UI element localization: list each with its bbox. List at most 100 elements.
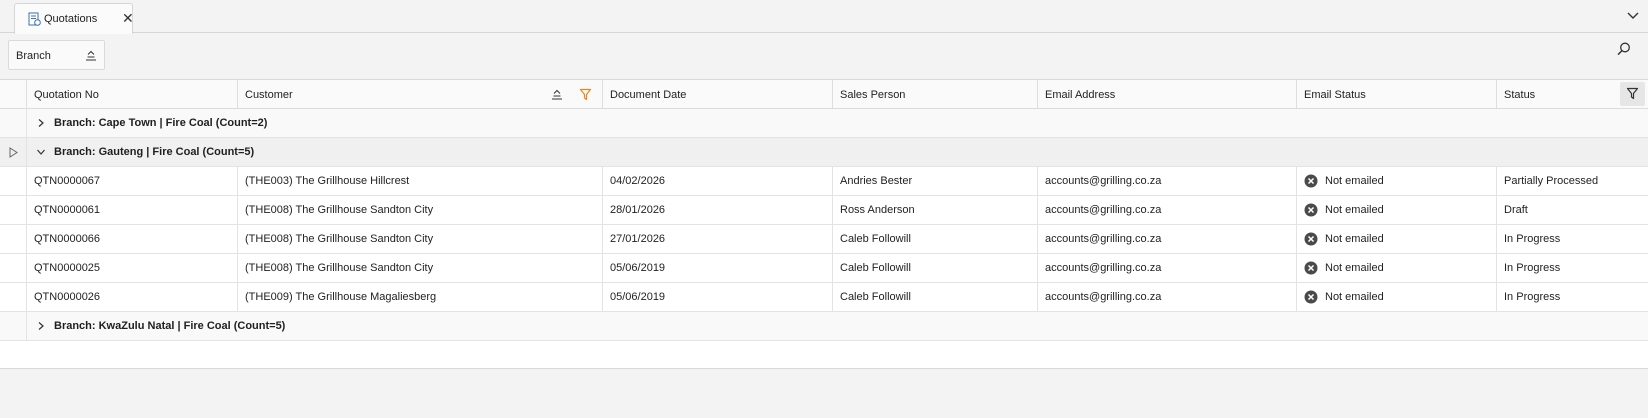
cell-document-date[interactable]: 05/06/2019: [603, 283, 833, 312]
chevron-down-icon[interactable]: [1626, 8, 1640, 22]
cell-document-date[interactable]: 27/01/2026: [603, 225, 833, 254]
row-indicator-icon[interactable]: [9, 147, 18, 158]
close-icon[interactable]: ✕: [122, 10, 134, 27]
cell-text: In Progress: [1504, 291, 1561, 303]
group-row-kwazulu-natal[interactable]: Branch: KwaZulu Natal | Fire Coal (Count…: [0, 312, 1648, 341]
sort-ascending-icon[interactable]: [85, 50, 97, 62]
cell-sales-person[interactable]: Caleb Followill: [833, 283, 1038, 312]
cell-text: (THE008) The Grillhouse Sandton City: [245, 204, 434, 216]
table-row[interactable]: QTN0000066 (THE008) The Grillhouse Sandt…: [0, 225, 1648, 254]
row-indicator-cell: [0, 196, 27, 224]
cell-document-date[interactable]: 28/01/2026: [603, 196, 833, 225]
group-row-cape-town[interactable]: Branch: Cape Town | Fire Coal (Count=2): [0, 109, 1648, 138]
cell-status[interactable]: In Progress: [1497, 283, 1648, 312]
cell-text: (THE003) The Grillhouse Hillcrest: [245, 175, 410, 187]
cell-email-address[interactable]: accounts@grilling.co.za: [1038, 225, 1297, 254]
cell-sales-person[interactable]: Caleb Followill: [833, 225, 1038, 254]
row-indicator-cell: [0, 312, 27, 340]
cell-text: (THE008) The Grillhouse Sandton City: [245, 262, 434, 274]
table-row[interactable]: QTN0000026 (THE009) The Grillhouse Magal…: [0, 283, 1648, 312]
quotations-grid: Quotation No Customer Document Date Sale…: [0, 80, 1648, 369]
cell-text: 05/06/2019: [610, 262, 666, 274]
cell-customer[interactable]: (THE003) The Grillhouse Hillcrest: [238, 167, 603, 196]
chevron-down-icon[interactable]: [36, 147, 46, 157]
x-circle-icon: [1304, 174, 1318, 188]
column-header-email-status[interactable]: Email Status: [1297, 80, 1497, 109]
cell-email-status[interactable]: Not emailed: [1297, 225, 1497, 254]
cell-text: QTN0000026: [34, 291, 101, 303]
cell-text: Ross Anderson: [840, 204, 915, 216]
cell-text: Draft: [1504, 204, 1528, 216]
cell-sales-person[interactable]: Ross Anderson: [833, 196, 1038, 225]
column-header-customer[interactable]: Customer: [238, 80, 603, 109]
cell-text: QTN0000061: [34, 204, 101, 216]
chevron-right-icon[interactable]: [36, 118, 46, 128]
cell-email-status[interactable]: Not emailed: [1297, 283, 1497, 312]
cell-quotation-no[interactable]: QTN0000026: [27, 283, 238, 312]
group-chip-branch[interactable]: Branch: [8, 40, 105, 70]
cell-text: 27/01/2026: [610, 233, 666, 245]
chevron-right-icon[interactable]: [36, 321, 46, 331]
cell-document-date[interactable]: 04/02/2026: [603, 167, 833, 196]
table-row[interactable]: QTN0000067 (THE003) The Grillhouse Hillc…: [0, 167, 1648, 196]
cell-status[interactable]: In Progress: [1497, 254, 1648, 283]
row-indicator-cell: [0, 109, 27, 137]
tab-quotations[interactable]: Quotations ✕: [14, 3, 134, 34]
cell-email-status[interactable]: Not emailed: [1297, 196, 1497, 225]
column-header-quotation-no[interactable]: Quotation No: [27, 80, 238, 109]
table-row[interactable]: QTN0000061 (THE008) The Grillhouse Sandt…: [0, 196, 1648, 225]
cell-text: QTN0000066: [34, 233, 101, 245]
column-header-email-address[interactable]: Email Address: [1038, 80, 1297, 109]
cell-status[interactable]: In Progress: [1497, 225, 1648, 254]
table-row[interactable]: QTN0000025 (THE008) The Grillhouse Sandt…: [0, 254, 1648, 283]
cell-text: In Progress: [1504, 233, 1561, 245]
cell-status[interactable]: Partially Processed: [1497, 167, 1648, 196]
column-label: Customer: [245, 89, 293, 101]
cell-text: accounts@grilling.co.za: [1045, 233, 1162, 245]
cell-email-address[interactable]: accounts@grilling.co.za: [1038, 167, 1297, 196]
x-circle-icon: [1304, 203, 1318, 217]
cell-email-status[interactable]: Not emailed: [1297, 254, 1497, 283]
search-icon[interactable]: [1616, 41, 1632, 57]
cell-quotation-no[interactable]: QTN0000025: [27, 254, 238, 283]
group-chip-label: Branch: [16, 50, 51, 62]
cell-email-address[interactable]: accounts@grilling.co.za: [1038, 283, 1297, 312]
group-by-panel: Branch: [0, 34, 1648, 80]
cell-text: 04/02/2026: [610, 175, 666, 187]
filter-active-icon[interactable]: [579, 88, 592, 101]
cell-customer[interactable]: (THE009) The Grillhouse Magaliesberg: [238, 283, 603, 312]
cell-text: Not emailed: [1325, 175, 1384, 187]
cell-email-address[interactable]: accounts@grilling.co.za: [1038, 196, 1297, 225]
cell-sales-person[interactable]: Caleb Followill: [833, 254, 1038, 283]
x-circle-icon: [1304, 232, 1318, 246]
cell-status[interactable]: Draft: [1497, 196, 1648, 225]
cell-document-date[interactable]: 05/06/2019: [603, 254, 833, 283]
cell-text: (THE008) The Grillhouse Sandton City: [245, 233, 434, 245]
cell-text: accounts@grilling.co.za: [1045, 262, 1162, 274]
column-header-sales-person[interactable]: Sales Person: [833, 80, 1038, 109]
group-row-gauteng[interactable]: Branch: Gauteng | Fire Coal (Count=5): [0, 138, 1648, 167]
filter-icon: [1626, 87, 1639, 100]
column-label: Email Address: [1045, 89, 1116, 101]
cell-email-address[interactable]: accounts@grilling.co.za: [1038, 254, 1297, 283]
row-indicator-cell: [0, 225, 27, 253]
cell-text: Not emailed: [1325, 262, 1384, 274]
column-label: Document Date: [610, 89, 687, 101]
cell-text: Not emailed: [1325, 291, 1384, 303]
cell-quotation-no[interactable]: QTN0000067: [27, 167, 238, 196]
column-label: Email Status: [1304, 89, 1366, 101]
sort-ascending-icon[interactable]: [551, 89, 563, 101]
cell-sales-person[interactable]: Andries Bester: [833, 167, 1038, 196]
filter-button[interactable]: [1620, 82, 1645, 106]
cell-text: In Progress: [1504, 262, 1561, 274]
cell-customer[interactable]: (THE008) The Grillhouse Sandton City: [238, 196, 603, 225]
cell-text: accounts@grilling.co.za: [1045, 204, 1162, 216]
cell-quotation-no[interactable]: QTN0000061: [27, 196, 238, 225]
column-header-document-date[interactable]: Document Date: [603, 80, 833, 109]
cell-text: Not emailed: [1325, 204, 1384, 216]
cell-customer[interactable]: (THE008) The Grillhouse Sandton City: [238, 254, 603, 283]
cell-email-status[interactable]: Not emailed: [1297, 167, 1497, 196]
cell-customer[interactable]: (THE008) The Grillhouse Sandton City: [238, 225, 603, 254]
footer-panel: [0, 369, 1648, 418]
cell-quotation-no[interactable]: QTN0000066: [27, 225, 238, 254]
